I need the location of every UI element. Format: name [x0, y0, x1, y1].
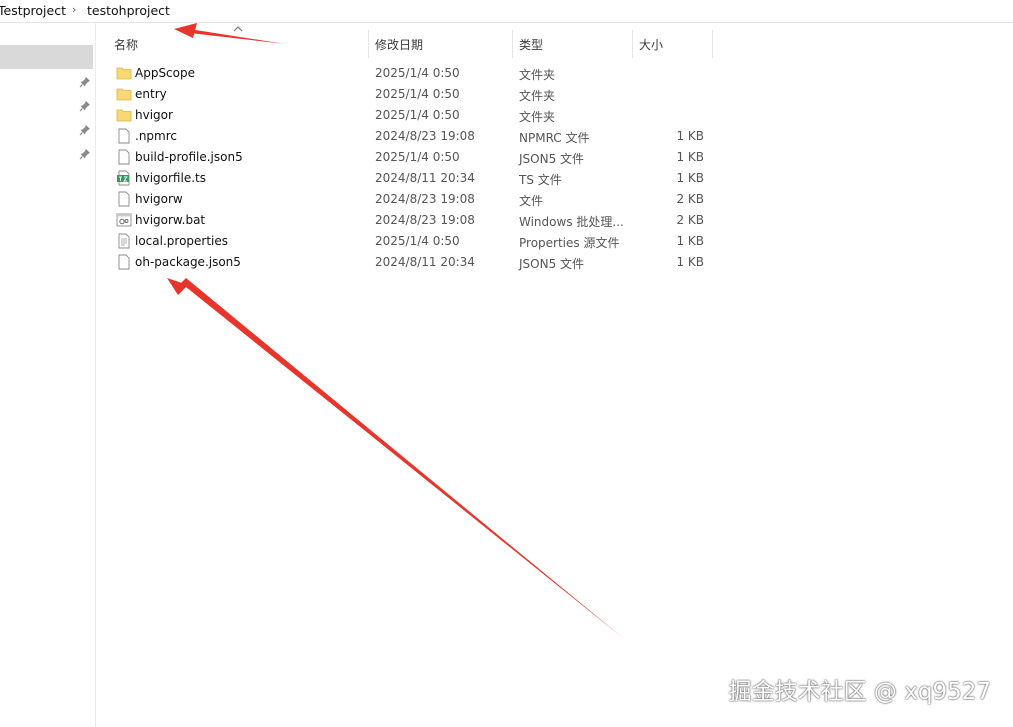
file-row[interactable]: hvigor 2025/1/4 0:50 文件夹 [106, 105, 714, 126]
file-row[interactable]: hvigorw.bat 2024/8/23 19:08 Windows 批处理.… [106, 210, 714, 231]
file-name: hvigorw [135, 192, 183, 206]
column-divider[interactable] [712, 30, 713, 58]
file-type: TS 文件 [519, 173, 562, 187]
red-arrow-top [174, 23, 285, 44]
file-size: 1 KB [676, 150, 704, 164]
file-icon [118, 149, 130, 165]
file-icon [118, 128, 130, 144]
properties-file-icon [118, 233, 130, 249]
file-size: 2 KB [676, 192, 704, 206]
file-row[interactable]: local.properties 2025/1/4 0:50 Propertie… [106, 231, 714, 252]
file-size: 1 KB [676, 255, 704, 269]
file-size: 1 KB [676, 234, 704, 248]
column-divider[interactable] [512, 30, 513, 58]
file-icon [118, 254, 130, 270]
file-name: hvigorfile.ts [135, 171, 206, 185]
file-name: entry [135, 87, 167, 101]
file-row[interactable]: build-profile.json5 2025/1/4 0:50 JSON5 … [106, 147, 714, 168]
column-divider[interactable] [368, 30, 369, 58]
file-row[interactable]: .npmrc 2024/8/23 19:08 NPMRC 文件 1 KB [106, 126, 714, 147]
breadcrumb-item-testproject[interactable]: Testproject [0, 3, 66, 18]
file-name: local.properties [135, 234, 229, 248]
file-row[interactable]: oh-package.json5 2024/8/11 20:34 JSON5 文… [106, 252, 714, 273]
file-name: AppScope [135, 66, 195, 80]
ts-file-icon [117, 170, 130, 186]
column-header-size[interactable]: 大小 [639, 36, 663, 53]
file-date: 2024/8/23 19:08 [375, 213, 475, 227]
file-type: 文件夹 [519, 89, 556, 103]
chevron-right-icon: › [72, 3, 77, 16]
folder-icon [116, 88, 132, 101]
column-header-date[interactable]: 修改日期 [375, 36, 423, 53]
file-date: 2025/1/4 0:50 [375, 87, 460, 101]
navigation-pane [0, 23, 96, 727]
file-name: hvigorw.bat [135, 213, 206, 227]
column-header-type[interactable]: 类型 [519, 36, 543, 53]
file-row[interactable]: hvigorw 2024/8/23 19:08 文件 2 KB [106, 189, 714, 210]
batch-file-icon [116, 213, 132, 227]
column-divider[interactable] [632, 30, 633, 58]
folder-icon [116, 109, 132, 122]
file-icon [118, 191, 130, 207]
file-name: .npmrc [135, 129, 177, 143]
file-date: 2024/8/23 19:08 [375, 129, 475, 143]
file-date: 2025/1/4 0:50 [375, 234, 460, 248]
file-row[interactable]: entry 2025/1/4 0:50 文件夹 [106, 84, 714, 105]
file-date: 2024/8/11 20:34 [375, 171, 475, 185]
file-row[interactable]: AppScope 2025/1/4 0:50 文件夹 [106, 63, 714, 84]
file-date: 2025/1/4 0:50 [375, 150, 460, 164]
file-type: Windows 批处理... [519, 215, 624, 229]
column-header-name[interactable]: 名称 [114, 36, 138, 53]
pin-icon[interactable] [79, 148, 91, 160]
pin-icon[interactable] [79, 100, 91, 112]
file-date: 2024/8/23 19:08 [375, 192, 475, 206]
file-size: 1 KB [676, 171, 704, 185]
file-size: 2 KB [676, 213, 704, 227]
file-date: 2025/1/4 0:50 [375, 108, 460, 122]
sort-ascending-icon [233, 26, 243, 32]
folder-icon [116, 67, 132, 80]
file-name: build-profile.json5 [135, 150, 243, 164]
file-type: JSON5 文件 [519, 152, 585, 166]
pin-icon[interactable] [79, 76, 91, 88]
file-date: 2025/1/4 0:50 [375, 66, 460, 80]
file-name: hvigor [135, 108, 173, 122]
file-type: 文件夹 [519, 68, 556, 82]
nav-item-selected[interactable] [0, 45, 93, 69]
file-name: oh-package.json5 [135, 255, 241, 269]
file-row[interactable]: hvigorfile.ts 2024/8/11 20:34 TS 文件 1 KB [106, 168, 714, 189]
file-type: NPMRC 文件 [519, 131, 590, 145]
breadcrumb-item-testohproject[interactable]: testohproject [87, 3, 170, 18]
pin-icon[interactable] [79, 124, 91, 136]
file-date: 2024/8/11 20:34 [375, 255, 475, 269]
file-type: 文件 [519, 194, 544, 208]
red-arrow-bottom [167, 278, 623, 638]
breadcrumb: Testproject › testohproject [0, 0, 1013, 23]
file-type: JSON5 文件 [519, 257, 585, 271]
file-type: Properties 源文件 [519, 236, 620, 250]
watermark: 掘金技术社区 @ xq9527 [728, 679, 991, 705]
file-type: 文件夹 [519, 110, 556, 124]
file-size: 1 KB [676, 129, 704, 143]
